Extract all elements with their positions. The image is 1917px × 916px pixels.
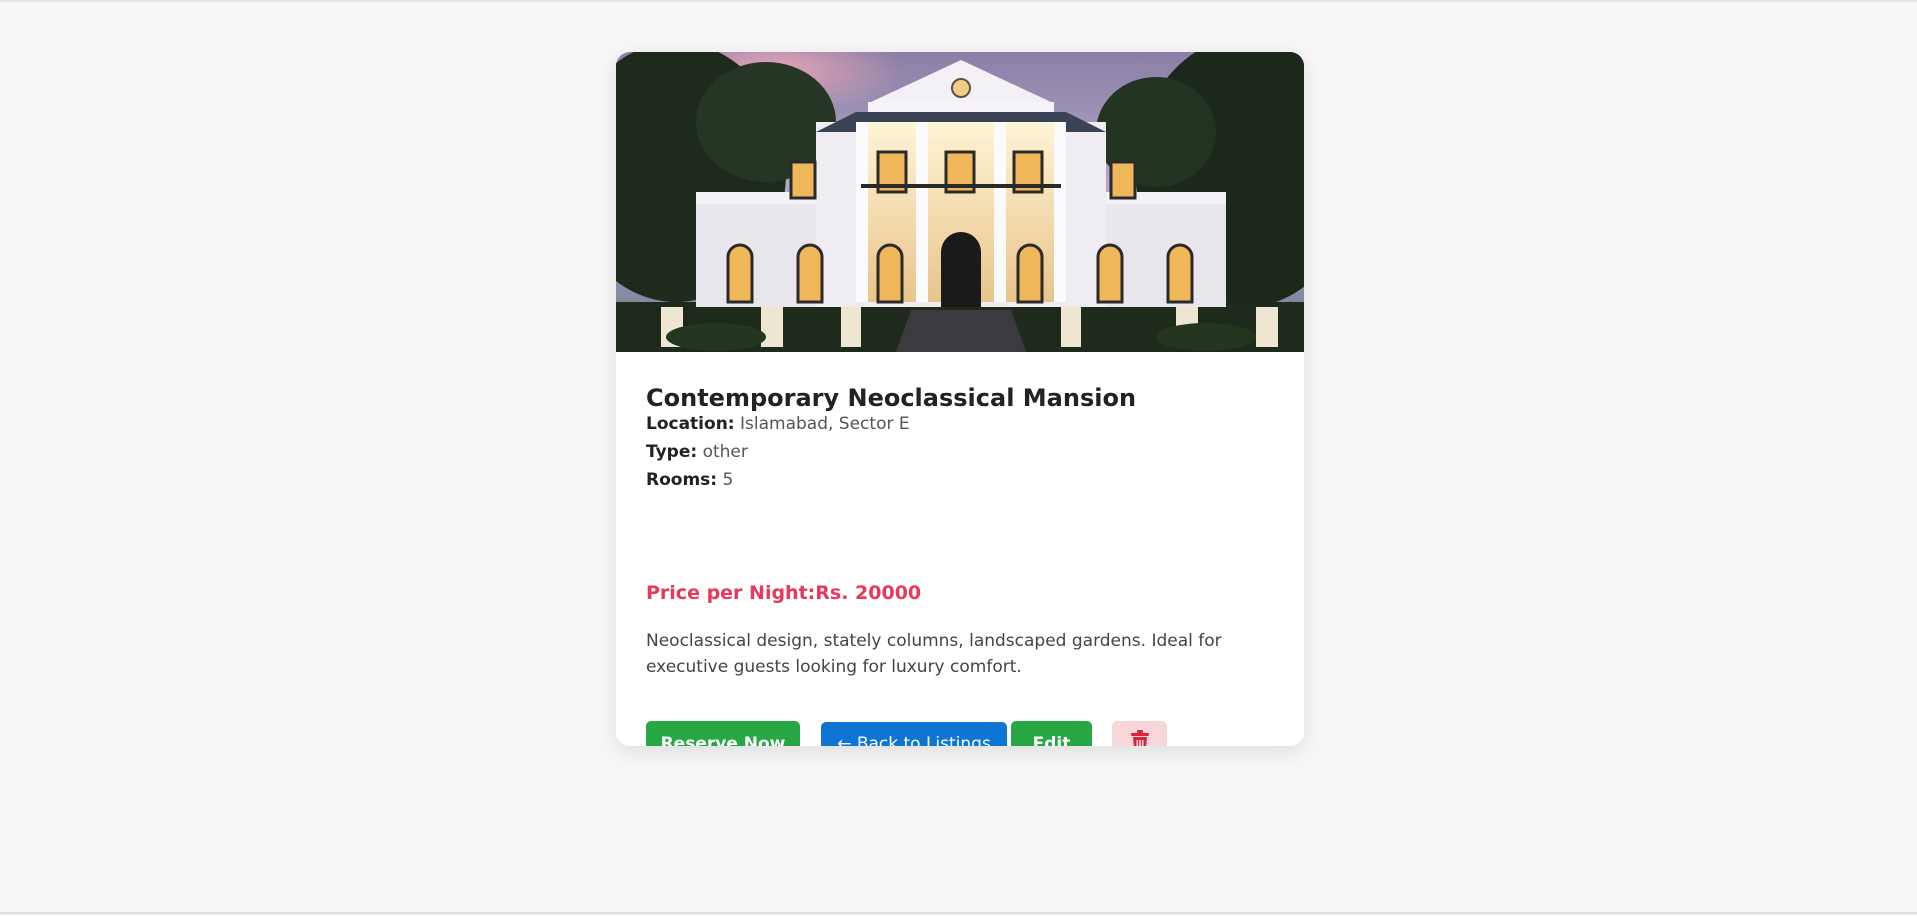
reserve-now-button[interactable]: Reserve Now [646, 721, 800, 746]
back-to-listings-button[interactable]: ← Back to Listings [821, 722, 1007, 746]
edit-button[interactable]: Edit [1011, 721, 1092, 746]
bottom-border [0, 912, 1917, 914]
trash-icon [1129, 729, 1151, 746]
rooms-row: Rooms: 5 [646, 470, 733, 490]
listing-photo [616, 52, 1304, 352]
delete-button[interactable] [1112, 721, 1167, 746]
location-value: Islamabad, Sector E [740, 414, 910, 434]
rooms-value: 5 [722, 470, 734, 490]
location-label: Location: [646, 414, 735, 434]
price-per-night: Price per Night:Rs. 20000 [646, 582, 922, 604]
listing-title: Contemporary Neoclassical Mansion [646, 384, 1137, 412]
rooms-label: Rooms: [646, 470, 718, 490]
listing-card: Contemporary Neoclassical Mansion Locati… [616, 52, 1304, 746]
type-value: other [702, 442, 748, 462]
type-label: Type: [646, 442, 698, 462]
location-row: Location: Islamabad, Sector E [646, 414, 910, 434]
type-row: Type: other [646, 442, 748, 462]
top-border [0, 0, 1917, 2]
listing-description: Neoclassical design, stately columns, la… [646, 631, 1222, 677]
